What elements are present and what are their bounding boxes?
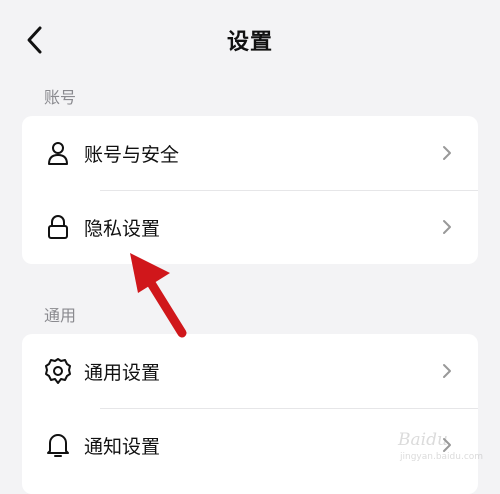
bell-icon (44, 431, 72, 459)
settings-item-label: 通用设置 (84, 361, 161, 384)
general-card: 通用设置 通知设置 (22, 334, 478, 494)
settings-item-label: 隐私设置 (84, 217, 161, 240)
watermark: Baidu jingyan.baidu.com (398, 430, 483, 466)
user-icon (44, 139, 72, 167)
settings-item-privacy[interactable]: 隐私设置 (22, 190, 478, 264)
settings-item-label: 账号与安全 (84, 143, 180, 166)
settings-item-account-security[interactable]: 账号与安全 (22, 116, 478, 190)
settings-item-general[interactable]: 通用设置 (22, 334, 478, 408)
gear-icon (44, 357, 72, 385)
chevron-right-icon (440, 362, 454, 380)
watermark-logo: Baidu (398, 430, 448, 450)
chevron-right-icon (440, 144, 454, 162)
annotation-arrow (130, 253, 187, 338)
chevron-right-icon (440, 218, 454, 236)
account-card: 账号与安全 隐私设置 (22, 116, 478, 264)
page-title: 设置 (226, 30, 273, 55)
lock-icon (44, 213, 72, 241)
section-label-account: 账号 (44, 88, 77, 107)
watermark-url: jingyan.baidu.com (400, 452, 484, 462)
top-bar: 设置 (0, 0, 500, 80)
settings-item-label: 通知设置 (84, 435, 161, 458)
section-label-general: 通用 (44, 306, 77, 325)
